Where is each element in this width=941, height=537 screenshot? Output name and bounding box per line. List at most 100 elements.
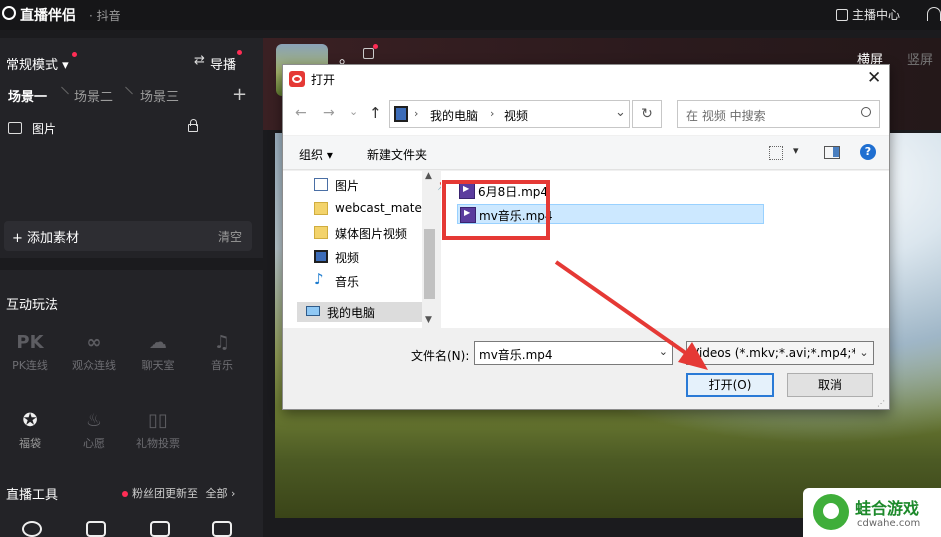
site-watermark: 蛙合游戏 cdwahe.com (803, 488, 941, 537)
app-logo-icon (2, 6, 16, 20)
watermark-name: 蛙合游戏 (855, 499, 920, 518)
source-item[interactable]: 图片 (8, 119, 198, 138)
music-button[interactable]: ♫ 音乐 (192, 330, 252, 373)
scroll-thumb[interactable] (424, 229, 435, 299)
host-center-label: 主播中心 (852, 8, 901, 22)
filetype-value: Videos (*.mkv;*.avi;*.mp4;*.m (691, 346, 873, 360)
dialog-footer: 文件名(N): mv音乐.mp4 ⌄ Videos (*.mkv;*.avi;*… (283, 328, 889, 409)
interactive-title: 互动玩法 (6, 298, 59, 313)
videos-icon (394, 106, 408, 122)
open-button[interactable]: 打开(O) (686, 373, 774, 397)
edit-icon[interactable] (363, 44, 378, 59)
notification-dot (71, 52, 77, 57)
cancel-button[interactable]: 取消 (787, 373, 873, 397)
camera-tool-icon[interactable] (22, 521, 42, 537)
back-button[interactable]: ← (295, 105, 307, 121)
nav-scrollbar[interactable]: ▲ ▼ (422, 171, 437, 328)
headset-icon[interactable] (927, 7, 941, 21)
resize-grip-icon[interactable]: ⋰ (877, 399, 885, 408)
all-link[interactable]: 全部 › (206, 487, 236, 500)
pk-link-button[interactable]: PK PK连线 (0, 330, 60, 373)
refresh-button[interactable]: ↻ (632, 100, 662, 128)
cup-tool-icon[interactable] (86, 521, 106, 537)
cart-tool-icon[interactable] (150, 521, 170, 537)
image-icon (8, 122, 22, 134)
wish-button[interactable]: ♨ 心愿 (64, 408, 124, 451)
scroll-down-icon[interactable]: ▼ (425, 315, 432, 325)
filetype-select[interactable]: Videos (*.mkv;*.avi;*.mp4;*.m ⌄ (686, 341, 874, 365)
chevron-right-icon[interactable]: › (490, 107, 494, 120)
folder-icon (314, 202, 328, 215)
clear-button[interactable]: 清空 (218, 228, 242, 245)
chevron-right-icon[interactable]: › (414, 107, 418, 120)
tab-scene-1[interactable]: 场景一 (8, 86, 47, 105)
view-dropdown[interactable]: ▾ (793, 144, 799, 157)
filename-label: 文件名(N): (411, 349, 470, 363)
nav-item-music[interactable]: 音乐 (314, 270, 424, 291)
chevron-down-icon[interactable]: ⌄ (615, 105, 626, 120)
preview-pane-icon[interactable] (824, 146, 840, 159)
nav-item-videos[interactable]: 视频 (314, 247, 424, 267)
interactive-panel: 互动玩法 PK PK连线 ∞ 观众连线 ☁ 聊天室 ♫ 音乐 ✪ 福袋 ♨ 心愿… (0, 270, 263, 537)
close-button[interactable]: ✕ (867, 68, 881, 88)
chat-icon: ☁ (149, 332, 167, 353)
chat-room-button[interactable]: ☁ 聊天室 (128, 330, 188, 373)
nav-item-pictures[interactable]: 图片 📌 (314, 175, 451, 195)
director-button[interactable]: ⇄ 导播 (194, 50, 243, 73)
up-button[interactable]: ↑ (369, 104, 382, 122)
dialog-toolbar: 组织 ▾ 新建文件夹 ▾ ? (283, 136, 889, 170)
scene-panel: 常规模式 ▾ ⇄ 导播 场景一 场景二 场景三 + 图片 + 添加素材 清空 (0, 38, 263, 258)
computer-icon (306, 306, 320, 316)
scroll-up-icon[interactable]: ▲ (425, 171, 432, 181)
frog-logo-icon (813, 494, 849, 530)
chevron-down-icon[interactable]: ⌄ (855, 342, 873, 364)
pictures-icon (314, 178, 328, 191)
new-folder-button[interactable]: 新建文件夹 (367, 146, 427, 163)
forward-button[interactable]: → (323, 105, 335, 121)
vertical-tab[interactable]: 竖屏 (907, 49, 933, 68)
feature-label: 聊天室 (141, 359, 175, 372)
gift-vote-button[interactable]: ▯▯ 礼物投票 (128, 408, 188, 451)
tab-scene-3[interactable]: 场景三 (140, 86, 179, 105)
lock-icon[interactable] (188, 119, 198, 132)
view-grid-icon[interactable] (769, 146, 783, 160)
address-bar[interactable]: › 我的电脑 › 视频 ⌄ (389, 100, 630, 128)
nav-item-media[interactable]: 媒体图片视频 (314, 223, 424, 243)
feature-label: 心愿 (83, 437, 105, 450)
add-material-button[interactable]: + 添加素材 (12, 227, 79, 246)
music-icon: ♫ (213, 332, 231, 353)
nav-item-computer[interactable]: 我的电脑 (297, 302, 423, 322)
nav-item-label: 媒体图片视频 (335, 227, 408, 241)
add-scene-button[interactable]: + (232, 84, 247, 105)
title-bar: 直播伴侣 · 抖音 主播中心 (0, 0, 941, 30)
mode-label: 常规模式 (6, 58, 59, 73)
feature-label: PK连线 (12, 359, 48, 372)
watermark-url: cdwahe.com (857, 518, 921, 529)
audience-link-button[interactable]: ∞ 观众连线 (64, 330, 124, 373)
gamepad-tool-icon[interactable] (212, 521, 232, 537)
lucky-bag-icon: ✪ (22, 410, 38, 431)
navigation-pane: 图片 📌 webcast_mate 媒体图片视频 视频 音乐 我的电脑 (283, 171, 451, 328)
recent-dropdown[interactable]: ⌄ (349, 105, 358, 118)
fans-notice[interactable]: 粉丝团更新至 全部 › (122, 485, 235, 501)
chevron-down-icon[interactable]: ⌄ (659, 345, 668, 358)
tools-title: 直播工具 (6, 488, 59, 503)
pk-icon: PK (16, 332, 44, 353)
lucky-bag-button[interactable]: ✪ 福袋 (0, 408, 60, 451)
tab-scene-2[interactable]: 场景二 (74, 86, 113, 105)
platform-label: · 抖音 (89, 9, 121, 23)
filename-input[interactable]: mv音乐.mp4 ⌄ (474, 341, 673, 365)
notification-dot (122, 491, 128, 497)
search-input[interactable]: 在 视频 中搜索 (677, 100, 880, 128)
add-material-label: 添加素材 (27, 231, 80, 246)
breadcrumb-videos[interactable]: 视频 (504, 107, 528, 124)
nav-item-label: 我的电脑 (327, 306, 376, 320)
host-center-button[interactable]: 主播中心 (836, 6, 900, 23)
breadcrumb-computer[interactable]: 我的电脑 (430, 107, 478, 124)
nav-item-webcast-mate[interactable]: webcast_mate (314, 199, 424, 219)
help-icon[interactable]: ? (860, 144, 876, 160)
organize-button[interactable]: 组织 ▾ (299, 146, 333, 163)
music-icon (314, 270, 328, 288)
folder-icon (314, 226, 328, 239)
mode-selector[interactable]: 常规模式 ▾ (6, 52, 77, 73)
